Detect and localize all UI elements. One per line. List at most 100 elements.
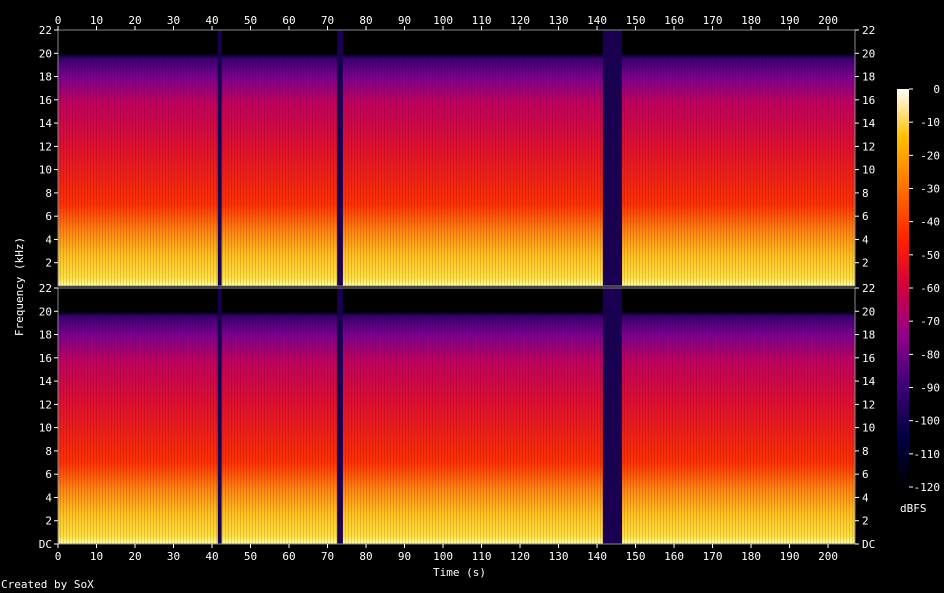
x-tick-label-top: 70: [321, 14, 334, 27]
colorbar-tick-label: -30: [920, 183, 940, 196]
x-tick-label-bottom: 30: [167, 550, 180, 563]
y-tick-label-left: 2: [45, 515, 52, 528]
x-tick-label-top: 90: [398, 14, 411, 27]
y-tick-label-left: 14: [39, 117, 53, 130]
y-tick-label-left: 6: [45, 468, 52, 481]
x-tick-label-top: 0: [55, 14, 62, 27]
x-tick-label-bottom: 140: [587, 550, 607, 563]
x-tick-label-bottom: 80: [359, 550, 372, 563]
silence-gap-left-0: [217, 30, 222, 286]
colorbar-tick-label: -90: [920, 382, 940, 395]
x-tick-label-top: 40: [205, 14, 218, 27]
y-tick-label-left: 2: [45, 257, 52, 270]
x-tick-label-bottom: 10: [90, 550, 103, 563]
x-tick-label-top: 190: [780, 14, 800, 27]
y-tick-label-right: 18: [862, 329, 875, 342]
y-tick-label-left: 12: [39, 140, 52, 153]
x-tick-label-bottom: 160: [664, 550, 684, 563]
x-tick-label-top: 130: [549, 14, 569, 27]
x-tick-label-top: 80: [359, 14, 372, 27]
colorbar: [897, 89, 909, 487]
y-tick-label-right: 4: [862, 491, 869, 504]
y-tick-label-left: 22: [39, 24, 52, 37]
y-tick-label-left: 20: [39, 305, 52, 318]
silence-gap-right-0: [217, 288, 222, 544]
x-tick-label-bottom: 170: [703, 550, 723, 563]
colorbar-tick-label: -10: [920, 116, 940, 129]
y-tick-label-left: 4: [45, 491, 52, 504]
y-tick-label-right: 8: [862, 187, 869, 200]
y-tick-label-right: 14: [862, 117, 876, 130]
x-tick-label-bottom: 190: [780, 550, 800, 563]
x-tick-label-bottom: 100: [433, 550, 453, 563]
y-axis-label: Frequency (kHz): [13, 236, 27, 337]
colorbar-tick-label: -70: [920, 315, 940, 328]
y-tick-label-right: 12: [862, 398, 875, 411]
y-tick-label-left: 10: [39, 422, 52, 435]
y-tick-label-left: 22: [39, 282, 52, 295]
y-tick-label-left: 6: [45, 210, 52, 223]
x-tick-label-bottom: 110: [472, 550, 492, 563]
x-tick-label-bottom: 200: [818, 550, 838, 563]
y-tick-label-left: DC: [39, 538, 52, 551]
x-tick-label-bottom: 0: [55, 550, 62, 563]
y-tick-label-left: 16: [39, 94, 52, 107]
colorbar-tick-label: -60: [920, 282, 940, 295]
y-tick-label-right: 22: [862, 282, 875, 295]
y-tick-label-left: 4: [45, 233, 52, 246]
y-tick-label-right: 18: [862, 71, 875, 84]
x-tick-label-top: 50: [244, 14, 257, 27]
colorbar-tick-label: -100: [914, 415, 941, 428]
silence-gap-right-2: [602, 288, 623, 544]
x-tick-label-top: 140: [587, 14, 607, 27]
x-tick-label-top: 120: [510, 14, 530, 27]
x-tick-label-top: 150: [626, 14, 646, 27]
colorbar-label: dBFS: [900, 502, 927, 515]
above-cutoff-left: [58, 30, 855, 54]
x-tick-label-bottom: 130: [549, 550, 569, 563]
x-tick-label-bottom: 20: [128, 550, 141, 563]
x-tick-label-top: 100: [433, 14, 453, 27]
y-tick-label-right: 2: [862, 515, 869, 528]
y-tick-label-right: 14: [862, 375, 876, 388]
silence-gap-right-1: [337, 288, 343, 544]
y-tick-label-right: 8: [862, 445, 869, 458]
x-tick-label-bottom: 180: [741, 550, 761, 563]
colorbar-tick-label: -80: [920, 348, 940, 361]
spectrogram-texture-left: [58, 30, 855, 286]
x-tick-label-top: 180: [741, 14, 761, 27]
x-tick-label-top: 200: [818, 14, 838, 27]
y-tick-label-left: 20: [39, 47, 52, 60]
x-axis-label: Time (s): [433, 566, 486, 579]
y-tick-label-left: 16: [39, 352, 52, 365]
y-tick-label-right: 16: [862, 94, 875, 107]
x-tick-label-top: 20: [128, 14, 141, 27]
colorbar-tick-label: -40: [920, 216, 940, 229]
x-tick-label-top: 110: [472, 14, 492, 27]
x-tick-label-bottom: 40: [205, 550, 218, 563]
y-tick-label-left: 18: [39, 329, 52, 342]
y-tick-label-right: 10: [862, 422, 875, 435]
y-tick-label-right: 6: [862, 210, 869, 223]
credit-text: Created by SoX: [1, 578, 94, 591]
x-tick-label-bottom: 120: [510, 550, 530, 563]
y-tick-label-right: 16: [862, 352, 875, 365]
x-tick-label-top: 160: [664, 14, 684, 27]
x-tick-label-top: 10: [90, 14, 103, 27]
y-tick-label-left: 18: [39, 71, 52, 84]
y-tick-label-left: 10: [39, 164, 52, 177]
spectrogram-texture-right: [58, 288, 855, 544]
spectrogram-chart: 0010102020303040405050606070708080909010…: [39, 14, 941, 563]
x-tick-label-bottom: 70: [321, 550, 334, 563]
x-tick-label-top: 30: [167, 14, 180, 27]
x-tick-label-bottom: 90: [398, 550, 411, 563]
colorbar-tick-label: -110: [914, 448, 941, 461]
colorbar-tick-label: -50: [920, 249, 940, 262]
x-tick-label-top: 60: [282, 14, 295, 27]
y-tick-label-left: 8: [45, 187, 52, 200]
y-tick-label-right: 22: [862, 24, 875, 37]
silence-gap-left-1: [337, 30, 343, 286]
colorbar-tick-label: -120: [914, 481, 941, 494]
y-tick-label-right: 12: [862, 140, 875, 153]
y-tick-label-right: 6: [862, 468, 869, 481]
